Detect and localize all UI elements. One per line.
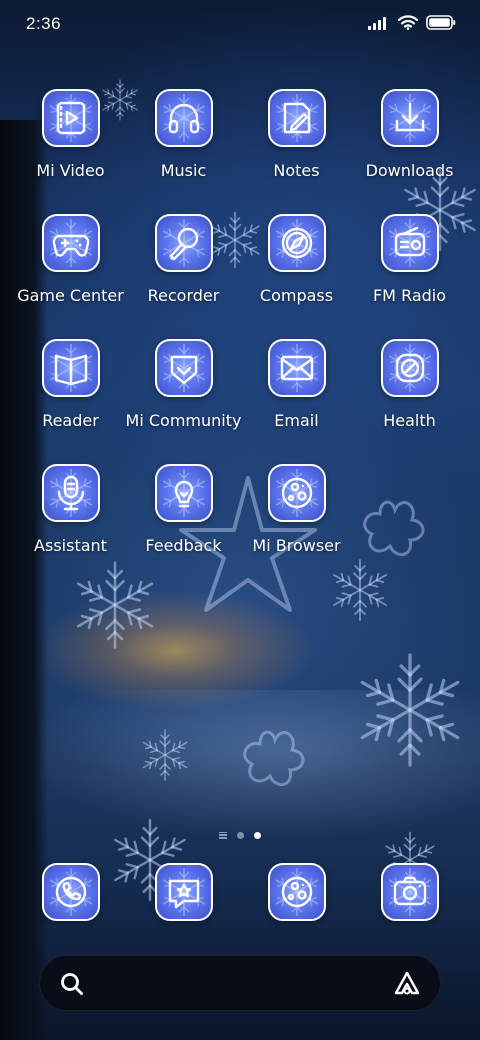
status-icons bbox=[368, 14, 456, 34]
app-label: Mi Browser bbox=[252, 536, 341, 555]
status-bar: 2:36 bbox=[0, 0, 480, 52]
app-reader[interactable]: Reader bbox=[14, 339, 127, 449]
app-notes[interactable]: Notes bbox=[240, 89, 353, 199]
app-icon-tile[interactable] bbox=[154, 214, 213, 272]
app-label: Game Center bbox=[17, 286, 124, 305]
wallpaper-flower bbox=[363, 500, 425, 556]
app-icon-tile[interactable] bbox=[267, 464, 326, 522]
app-icon-tile[interactable] bbox=[41, 863, 100, 921]
wifi-icon bbox=[397, 14, 419, 34]
app-icon-tile[interactable] bbox=[154, 339, 213, 397]
app-label: Mi Video bbox=[36, 161, 105, 180]
app-game-center[interactable]: Game Center bbox=[14, 214, 127, 324]
wallpaper-snowflake bbox=[74, 563, 156, 648]
app-icon-tile[interactable] bbox=[380, 214, 439, 272]
app-icon-tile[interactable] bbox=[154, 89, 213, 147]
dock-app-camera[interactable] bbox=[353, 863, 466, 925]
app-compass[interactable]: Compass bbox=[240, 214, 353, 324]
status-time: 2:36 bbox=[26, 14, 62, 33]
app-icon-tile[interactable] bbox=[41, 464, 100, 522]
app-icon-tile[interactable] bbox=[267, 89, 326, 147]
app-icon-tile[interactable] bbox=[41, 214, 100, 272]
app-label: Reader bbox=[42, 411, 99, 430]
app-recorder[interactable]: Recorder bbox=[127, 214, 240, 324]
app-mi-video[interactable]: Mi Video bbox=[14, 89, 127, 199]
app-label: Music bbox=[160, 161, 207, 180]
dock-app-phone[interactable] bbox=[14, 863, 127, 925]
wallpaper-flower bbox=[243, 730, 305, 786]
dock-app-messages[interactable] bbox=[127, 863, 240, 925]
app-icon-tile[interactable] bbox=[41, 339, 100, 397]
app-mi-community[interactable]: Mi Community bbox=[125, 339, 242, 449]
app-label: Compass bbox=[259, 286, 334, 305]
wallpaper-snowflake bbox=[357, 655, 463, 765]
app-downloads[interactable]: Downloads bbox=[353, 89, 466, 199]
app-mi-browser[interactable]: Mi Browser bbox=[240, 464, 353, 574]
signal-icon bbox=[368, 15, 390, 34]
app-icon-tile[interactable] bbox=[380, 863, 439, 921]
app-fm-radio[interactable]: FM Radio bbox=[353, 214, 466, 324]
app-icon-tile[interactable] bbox=[267, 214, 326, 272]
app-icon-tile[interactable] bbox=[380, 339, 439, 397]
search-icon[interactable] bbox=[58, 970, 86, 998]
app-assistant[interactable]: Assistant bbox=[14, 464, 127, 574]
app-icon-tile[interactable] bbox=[154, 464, 213, 522]
search-bar[interactable] bbox=[39, 955, 441, 1011]
app-label: Email bbox=[274, 411, 319, 430]
assistant-icon[interactable] bbox=[392, 969, 422, 999]
app-health[interactable]: Health bbox=[353, 339, 466, 449]
app-icon-tile[interactable] bbox=[154, 863, 213, 921]
app-label: Downloads bbox=[365, 161, 454, 180]
wallpaper-snowflake bbox=[141, 730, 189, 780]
app-label: Assistant bbox=[34, 536, 107, 555]
app-label: Recorder bbox=[147, 286, 220, 305]
app-icon-tile[interactable] bbox=[380, 89, 439, 147]
page-dot-active bbox=[254, 831, 261, 839]
page-indicator[interactable] bbox=[0, 828, 480, 842]
battery-icon bbox=[426, 14, 456, 34]
app-label: Notes bbox=[273, 161, 320, 180]
app-icon-tile[interactable] bbox=[267, 339, 326, 397]
app-label: Feedback bbox=[145, 536, 222, 555]
app-email[interactable]: Email bbox=[240, 339, 353, 449]
app-icon-tile[interactable] bbox=[41, 89, 100, 147]
app-label: FM Radio bbox=[372, 286, 447, 305]
app-label: Health bbox=[383, 411, 436, 430]
page-dot bbox=[237, 831, 244, 839]
app-music[interactable]: Music bbox=[127, 89, 240, 199]
app-label: Mi Community bbox=[125, 411, 242, 430]
app-feedback[interactable]: Feedback bbox=[127, 464, 240, 574]
page-indicator-menu-icon bbox=[219, 831, 227, 839]
dock-app-browser[interactable] bbox=[240, 863, 353, 925]
app-icon-tile[interactable] bbox=[267, 863, 326, 921]
